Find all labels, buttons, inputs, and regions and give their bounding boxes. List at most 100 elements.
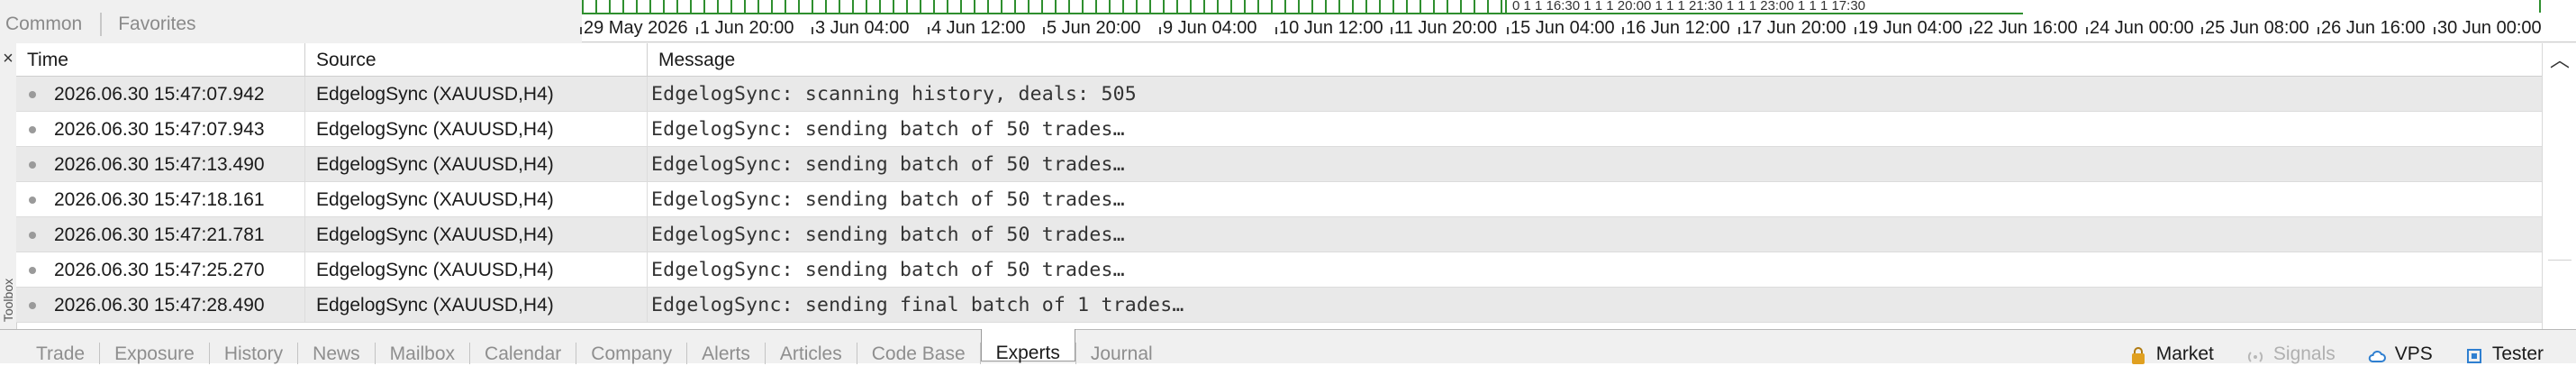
axis-tick	[812, 27, 813, 34]
row-source: EdgelogSync (XAUUSD,H4)	[304, 288, 638, 322]
cloud-icon	[2368, 350, 2386, 362]
table-row[interactable]: 2026.06.30 15:47:07.943 EdgelogSync (XAU…	[16, 112, 2542, 147]
log-level-dot-icon	[29, 302, 36, 309]
table-row[interactable]: 2026.06.30 15:47:21.781 EdgelogSync (XAU…	[16, 217, 2542, 252]
row-message: EdgelogSync: sending final batch of 1 tr…	[647, 288, 2542, 322]
navigator-tabs: Common Favorites	[0, 7, 204, 41]
axis-label: 9 Jun 04:00	[1163, 18, 1257, 38]
row-message: EdgelogSync: sending batch of 50 trades…	[647, 112, 2542, 146]
axis-tick	[1855, 27, 1856, 34]
experts-log-table: Time Source Message 2026.06.30 15:47:07.…	[16, 43, 2542, 329]
toolbox-side-rail: × Toolbox	[0, 43, 17, 329]
row-message: EdgelogSync: sending batch of 50 trades…	[647, 182, 2542, 216]
row-message: EdgelogSync: scanning history, deals: 50…	[647, 77, 2542, 111]
axis-label: 11 Jun 20:00	[1394, 18, 1498, 38]
axis-label: 5 Jun 20:00	[1047, 18, 1141, 38]
market-label: Market	[2155, 343, 2214, 364]
chart-time-axis[interactable]: 0 1 1 16:30 1 1 1 20:00 1 1 1 21:30 1 1 …	[580, 0, 2576, 42]
axis-label: 30 Jun 00:00	[2437, 18, 2542, 38]
tab-exposure[interactable]: Exposure	[100, 330, 209, 364]
tester-button[interactable]: Tester	[2465, 330, 2544, 366]
row-time: 2026.06.30 15:47:28.490	[54, 295, 265, 316]
signal-icon	[2247, 352, 2263, 362]
row-source: EdgelogSync (XAUUSD,H4)	[304, 147, 638, 181]
log-level-dot-icon	[29, 267, 36, 274]
table-row[interactable]: 2026.06.30 15:47:07.942 EdgelogSync (XAU…	[16, 77, 2542, 112]
tab-company[interactable]: Company	[576, 330, 686, 364]
tab-calendar[interactable]: Calendar	[470, 330, 576, 364]
tab-news[interactable]: News	[298, 330, 375, 364]
tester-label: Tester	[2491, 343, 2544, 364]
row-message: EdgelogSync: sending batch of 50 trades…	[647, 217, 2542, 252]
market-button[interactable]: Market	[2129, 330, 2214, 366]
tab-trade[interactable]: Trade	[22, 330, 99, 364]
tab-history[interactable]: History	[210, 330, 297, 364]
axis-label: 16 Jun 12:00	[1626, 18, 1730, 38]
axis-tick	[2086, 27, 2088, 34]
log-level-dot-icon	[29, 232, 36, 239]
row-time: 2026.06.30 15:47:21.781	[54, 224, 265, 245]
table-row[interactable]: 2026.06.30 15:47:18.161 EdgelogSync (XAU…	[16, 182, 2542, 217]
axis-tick	[928, 27, 930, 34]
axis-label: 17 Jun 20:00	[1742, 18, 1846, 38]
axis-label: 26 Jun 16:00	[2321, 18, 2426, 38]
toolbox-label: Toolbox	[1, 278, 15, 323]
axis-tick	[1970, 27, 1972, 34]
axis-tick	[2201, 27, 2203, 34]
axis-label: 24 Jun 00:00	[2090, 18, 2194, 38]
column-header-source[interactable]: Source	[304, 43, 647, 76]
axis-tick	[1159, 27, 1161, 34]
toolbox-tabs: Trade Exposure History News Mailbox Calendar C…	[22, 329, 1167, 364]
row-time: 2026.06.30 15:47:25.270	[54, 260, 265, 280]
row-message: EdgelogSync: sending batch of 50 trades…	[647, 252, 2542, 287]
bag-icon	[2131, 347, 2145, 364]
axis-tick	[696, 27, 698, 34]
signals-button[interactable]: Signals	[2246, 330, 2336, 366]
tab-common[interactable]: Common	[0, 7, 89, 41]
tab-experts[interactable]: Experts	[980, 329, 1075, 363]
row-time: 2026.06.30 15:47:18.161	[54, 189, 265, 210]
axis-tick	[1391, 27, 1392, 34]
log-level-dot-icon	[29, 161, 36, 169]
table-row[interactable]: 2026.06.30 15:47:25.270 EdgelogSync (XAU…	[16, 252, 2542, 288]
axis-tick	[1738, 27, 1740, 34]
tab-journal[interactable]: Journal	[1076, 330, 1167, 364]
axis-label: 1 Jun 20:00	[700, 18, 794, 38]
axis-label: 22 Jun 16:00	[1973, 18, 2078, 38]
row-source: EdgelogSync (XAUUSD,H4)	[304, 217, 638, 252]
tab-favorites[interactable]: Favorites	[113, 7, 203, 41]
row-time: 2026.06.30 15:47:07.942	[54, 84, 265, 105]
axis-tick	[1043, 27, 1045, 34]
axis-label: 19 Jun 04:00	[1858, 18, 1963, 38]
tab-alerts[interactable]: Alerts	[687, 330, 765, 364]
close-icon[interactable]: ×	[0, 49, 16, 69]
status-area: Market Signals VPS Tester	[2129, 330, 2576, 366]
tab-code-base[interactable]: Code Base	[857, 330, 980, 364]
time-axis-labels: 29 May 2026 1 Jun 20:00 3 Jun 04:00 4 Jun 1…	[580, 16, 2576, 40]
vps-button[interactable]: VPS	[2368, 330, 2433, 366]
log-rows: 2026.06.30 15:47:07.942 EdgelogSync (XAU…	[16, 77, 2542, 323]
toolbox-panel: × Toolbox Time Source Message 2026.06.30…	[0, 43, 2576, 329]
table-row[interactable]: 2026.06.30 15:47:28.490 EdgelogSync (XAU…	[16, 288, 2542, 323]
table-row[interactable]: 2026.06.30 15:47:13.490 EdgelogSync (XAU…	[16, 147, 2542, 182]
scroll-thumb[interactable]	[2548, 260, 2571, 329]
axis-label: 3 Jun 04:00	[815, 18, 910, 38]
tab-mailbox[interactable]: Mailbox	[376, 330, 469, 364]
axis-label: 15 Jun 04:00	[1510, 18, 1615, 38]
row-time: 2026.06.30 15:47:07.943	[54, 119, 265, 140]
column-header-message[interactable]: Message	[647, 43, 2542, 76]
axis-tick	[2434, 27, 2435, 34]
tab-articles[interactable]: Articles	[766, 330, 857, 364]
log-level-dot-icon	[29, 197, 36, 204]
divider	[100, 13, 103, 36]
axis-tick	[2317, 27, 2319, 34]
chart-mini-labels: 0 1 1 16:30 1 1 1 20:00 1 1 1 21:30 1 1 …	[1505, 0, 2541, 13]
scroll-up-icon[interactable]: ︿	[2543, 45, 2576, 76]
row-source: EdgelogSync (XAUUSD,H4)	[304, 252, 638, 287]
signals-label: Signals	[2272, 343, 2336, 364]
top-strip: Common Favorites 0 1 1 16:30 1 1 1 20:00…	[0, 0, 2576, 43]
column-header-time[interactable]: Time	[16, 43, 304, 76]
axis-label: 10 Jun 12:00	[1279, 18, 1383, 38]
vertical-scrollbar[interactable]: ︿	[2542, 43, 2576, 329]
axis-tick	[1507, 27, 1509, 34]
